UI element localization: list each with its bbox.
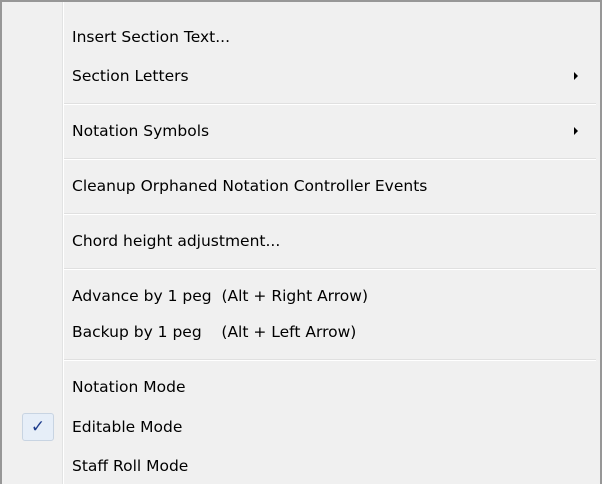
menu-separator [64, 158, 596, 160]
menu-item-text: Backup by 1 peg [72, 323, 202, 341]
checkmark-icon: ✓ [30, 417, 46, 437]
checkmark-frame: ✓ [22, 413, 54, 441]
menu-separator [64, 213, 596, 215]
menu-item-label: Editable Mode [72, 418, 183, 436]
menu-item-label: Staff Roll Mode [72, 457, 189, 475]
menu-item-label: Notation Mode [72, 378, 186, 396]
menu-item-label: Backup by 1 peg (Alt + Left Arrow) [72, 315, 356, 349]
menu-item-advance-by-1-peg[interactable]: Advance by 1 peg (Alt + Right Arrow) [2, 279, 600, 313]
menu-item-shortcut: (Alt + Right Arrow) [221, 287, 369, 305]
menu-item-chord-height-adjustment[interactable]: Chord height adjustment... [2, 224, 600, 258]
menu-item-label: Advance by 1 peg (Alt + Right Arrow) [72, 279, 368, 313]
submenu-arrow-icon [574, 127, 578, 135]
menu-item-text: Advance by 1 peg [72, 287, 212, 305]
menu-item-insert-section-text[interactable]: Insert Section Text... [2, 20, 600, 54]
menu-item-label: Cleanup Orphaned Notation Controller Eve… [72, 177, 428, 195]
submenu-arrow-icon [574, 72, 578, 80]
menu-item-notation-symbols[interactable]: Notation Symbols [2, 114, 600, 148]
menu-item-shortcut: (Alt + Left Arrow) [221, 323, 357, 341]
menu-item-editable-mode[interactable]: ✓ Editable Mode [2, 410, 600, 444]
menu-separator [64, 103, 596, 105]
menu-item-backup-by-1-peg[interactable]: Backup by 1 peg (Alt + Left Arrow) [2, 315, 600, 349]
menu-separator [64, 359, 596, 361]
menu-item-label: Notation Symbols [72, 122, 210, 140]
context-menu: Insert Section Text... Section Letters N… [0, 0, 602, 484]
menu-item-label: Insert Section Text... [72, 28, 231, 46]
menu-item-staff-roll-mode[interactable]: Staff Roll Mode [2, 449, 600, 483]
menu-item-label: Chord height adjustment... [72, 232, 281, 250]
menu-item-label: Section Letters [72, 67, 189, 85]
menu-item-section-letters[interactable]: Section Letters [2, 59, 600, 93]
menu-separator [64, 268, 596, 270]
menu-item-cleanup-orphaned-events[interactable]: Cleanup Orphaned Notation Controller Eve… [2, 169, 600, 203]
menu-item-notation-mode[interactable]: Notation Mode [2, 370, 600, 404]
